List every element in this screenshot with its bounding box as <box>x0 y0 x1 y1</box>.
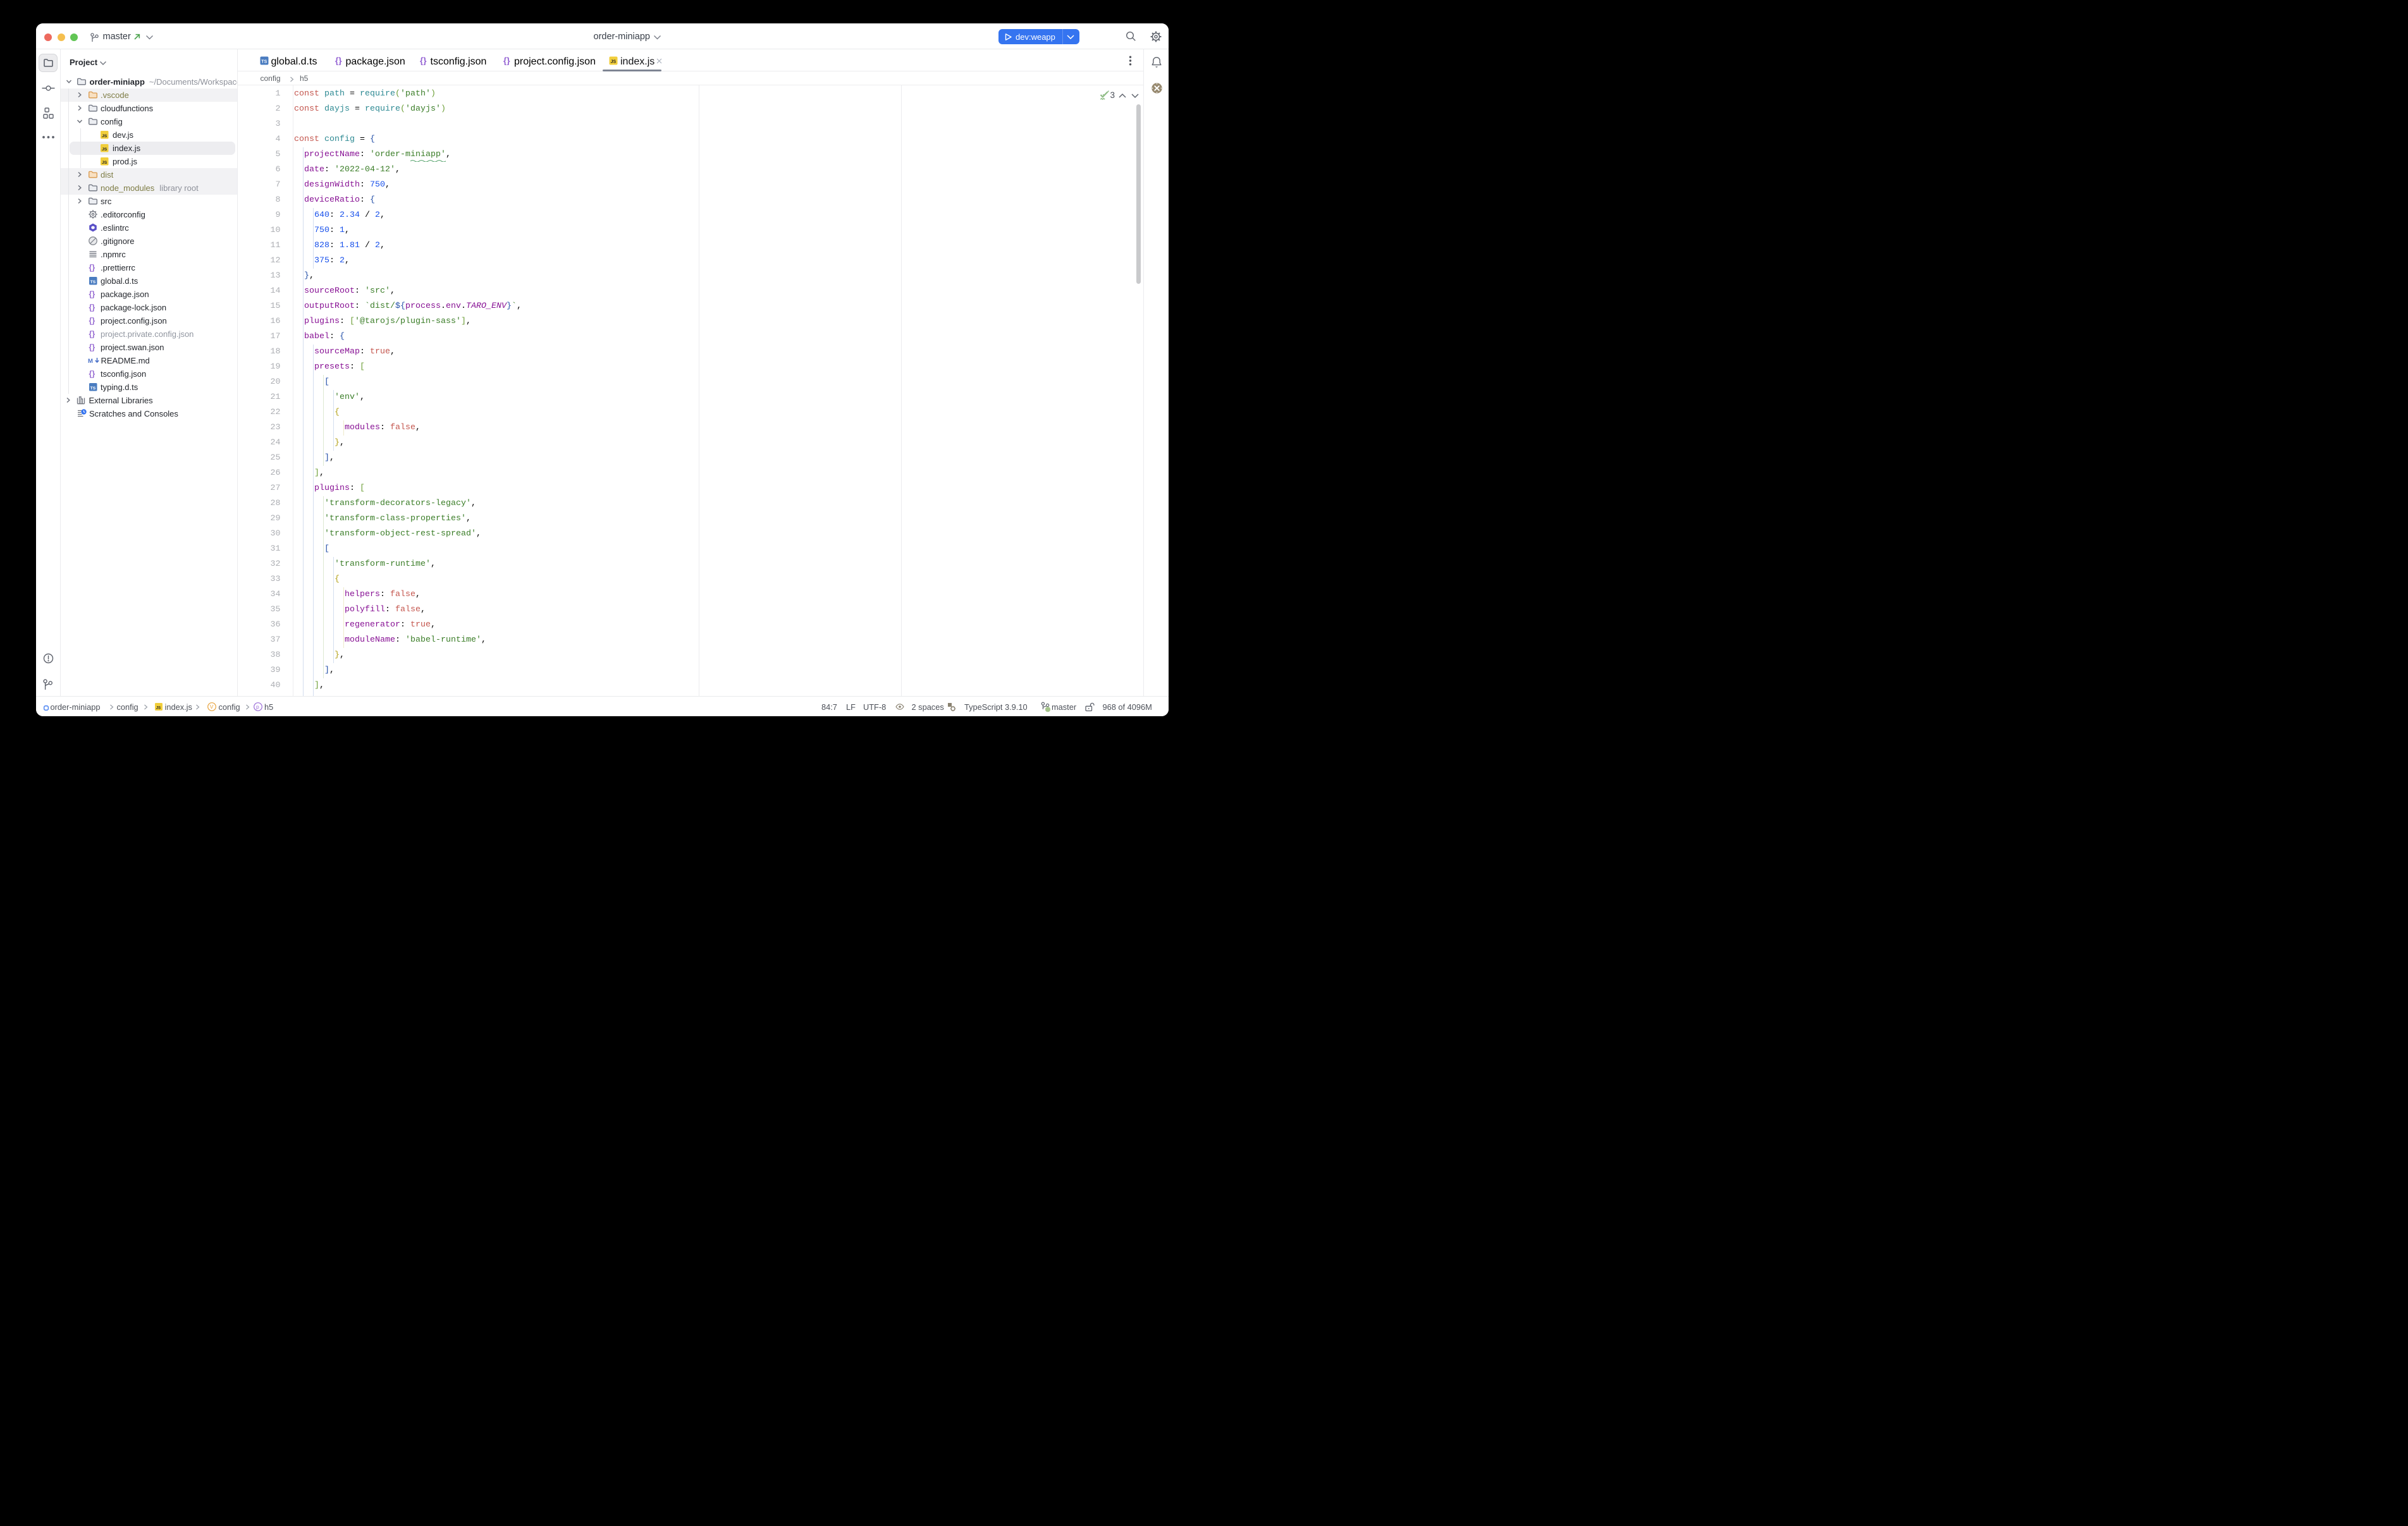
svg-text:JS: JS <box>102 161 108 165</box>
svg-text:{}: {} <box>89 264 95 272</box>
svg-text:JS: JS <box>156 706 161 710</box>
svg-text:{}: {} <box>89 290 95 299</box>
svg-text:{}: {} <box>89 343 95 352</box>
svg-text:TS: TS <box>90 386 95 391</box>
svg-text:{}: {} <box>89 330 95 339</box>
svg-text:TS: TS <box>261 59 267 64</box>
svg-text:{}: {} <box>89 303 95 312</box>
svg-text:JS: JS <box>102 147 108 152</box>
svg-text:TS: TS <box>90 280 95 284</box>
svg-text:V: V <box>209 704 213 710</box>
svg-text:JS: JS <box>102 134 108 138</box>
svg-text:{}: {} <box>89 370 95 379</box>
svg-text:p: p <box>256 704 259 710</box>
svg-text:{}: {} <box>335 56 342 65</box>
svg-text:{}: {} <box>503 56 510 65</box>
svg-text:{}: {} <box>420 56 427 65</box>
svg-text:{}: {} <box>89 317 95 326</box>
svg-text:M: M <box>88 358 93 365</box>
svg-text:JS: JS <box>610 59 616 64</box>
